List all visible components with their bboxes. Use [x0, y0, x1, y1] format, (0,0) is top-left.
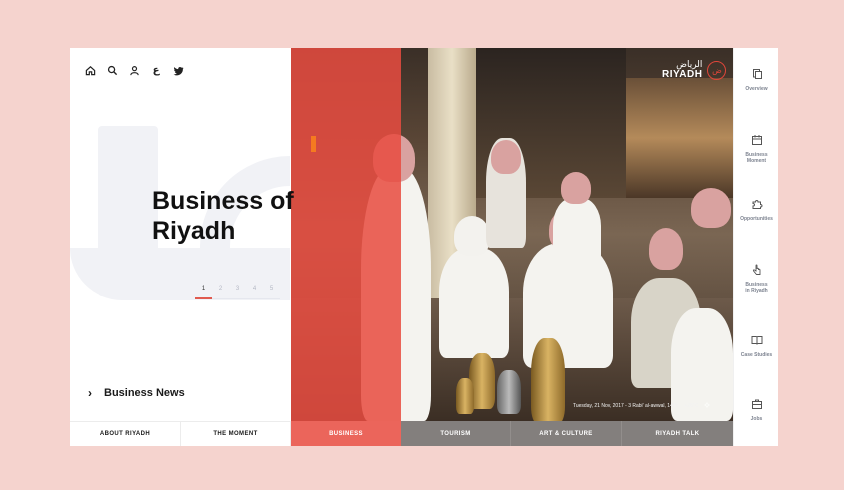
photo-person-headscarf [491, 140, 521, 174]
logo-mark-icon: ض [707, 60, 727, 80]
sidebar-label: Overview [745, 86, 768, 92]
calendar-icon [751, 135, 762, 145]
sidebar-label: Business Moment [745, 152, 768, 164]
accent-marker [311, 136, 316, 152]
bottom-nav: ABOUT RIYADH THE MOMENT BUSINESS TOURISM… [70, 421, 733, 446]
riyadh-logo[interactable]: الرياض RIYADH ض [662, 60, 727, 80]
twitter-icon[interactable] [172, 64, 184, 76]
nav-label: THE MOMENT [213, 431, 258, 437]
temperature-text: +26°C [684, 403, 699, 409]
briefcase-icon [751, 399, 762, 409]
slide-pager: 12345 [195, 286, 280, 299]
date-text: Tuesday, 21 Nov, 2017 - 3 Rabi' al-awwal… [573, 403, 679, 409]
accent-overlay [291, 48, 401, 446]
sidebar-item-business-moment[interactable]: Business Moment [734, 134, 778, 164]
sidebar-item-overview[interactable]: Overview [734, 68, 778, 92]
book-icon [751, 336, 762, 345]
nav-label: TOURISM [440, 430, 471, 437]
sidebar-label: Opportunities [740, 216, 773, 222]
nav-label: ABOUT RIYADH [99, 431, 151, 437]
nav-art-culture[interactable]: ART & CULTURE [511, 421, 622, 446]
home-icon[interactable] [84, 64, 96, 76]
chevron-right-icon: › [88, 386, 92, 400]
search-icon[interactable] [106, 64, 118, 76]
pager-item[interactable]: 5 [263, 286, 280, 299]
photo-dallah-pot [531, 338, 565, 421]
photo-dallah-pot [456, 378, 474, 414]
nav-tourism[interactable]: TOURISM [401, 421, 511, 446]
photo-dallah-pot [497, 370, 521, 414]
nav-riyadh-talk[interactable]: RIYADH TALK [622, 421, 733, 446]
pager-item[interactable]: 2 [212, 286, 229, 299]
nav-label: RIYADH TALK [655, 430, 700, 437]
nav-the-moment[interactable]: THE MOMENT [181, 421, 291, 446]
sidebar-label: Business in Riyadh [745, 282, 768, 294]
page-title: Business of Riyadh [152, 187, 294, 245]
sidebar-item-jobs[interactable]: Jobs [734, 398, 778, 422]
overview-icon [752, 69, 762, 79]
nav-label: ART & CULTURE [539, 430, 593, 437]
hand-pointer-icon [752, 264, 760, 275]
nav-label: BUSINESS [329, 430, 363, 437]
business-news-label: Business News [104, 387, 185, 399]
arabic-language-icon[interactable]: ع [150, 64, 162, 76]
logo-english: RIYADH [662, 69, 703, 80]
photo-shop-window [626, 78, 733, 198]
sidebar-label: Jobs [750, 416, 763, 422]
nav-business[interactable]: BUSINESS [291, 421, 401, 446]
app-frame: ع 12345 › Business News Business of Riya… [70, 48, 778, 446]
pager-item[interactable]: 3 [229, 286, 246, 299]
photo-person-headscarf [454, 216, 490, 256]
right-sidebar: Overview Business Moment Opportunities B… [733, 48, 778, 446]
top-icon-bar: ع [84, 64, 184, 76]
pager-item[interactable]: 1 [195, 286, 212, 299]
sidebar-item-case-studies[interactable]: Case Studies [734, 334, 778, 358]
logo-wordmark: الرياض RIYADH [662, 60, 702, 80]
nav-about-riyadh[interactable]: ABOUT RIYADH [70, 421, 181, 446]
sidebar-item-opportunities[interactable]: Opportunities [734, 198, 778, 222]
photo-person-headscarf [691, 188, 731, 228]
dateline: Tuesday, 21 Nov, 2017 - 3 Rabi' al-awwal… [573, 402, 711, 410]
photo-person [553, 198, 601, 268]
pager-item[interactable]: 4 [246, 286, 263, 299]
sidebar-label: Case Studies [740, 352, 773, 358]
puzzle-icon [752, 200, 762, 209]
sun-icon [704, 402, 711, 410]
photo-person [439, 248, 509, 358]
sidebar-item-business-in-riyadh[interactable]: Business in Riyadh [734, 264, 778, 294]
photo-person-headscarf [649, 228, 683, 270]
photo-person-headscarf [561, 172, 591, 204]
business-news-link[interactable]: › Business News [88, 386, 185, 400]
user-icon[interactable] [128, 64, 140, 76]
